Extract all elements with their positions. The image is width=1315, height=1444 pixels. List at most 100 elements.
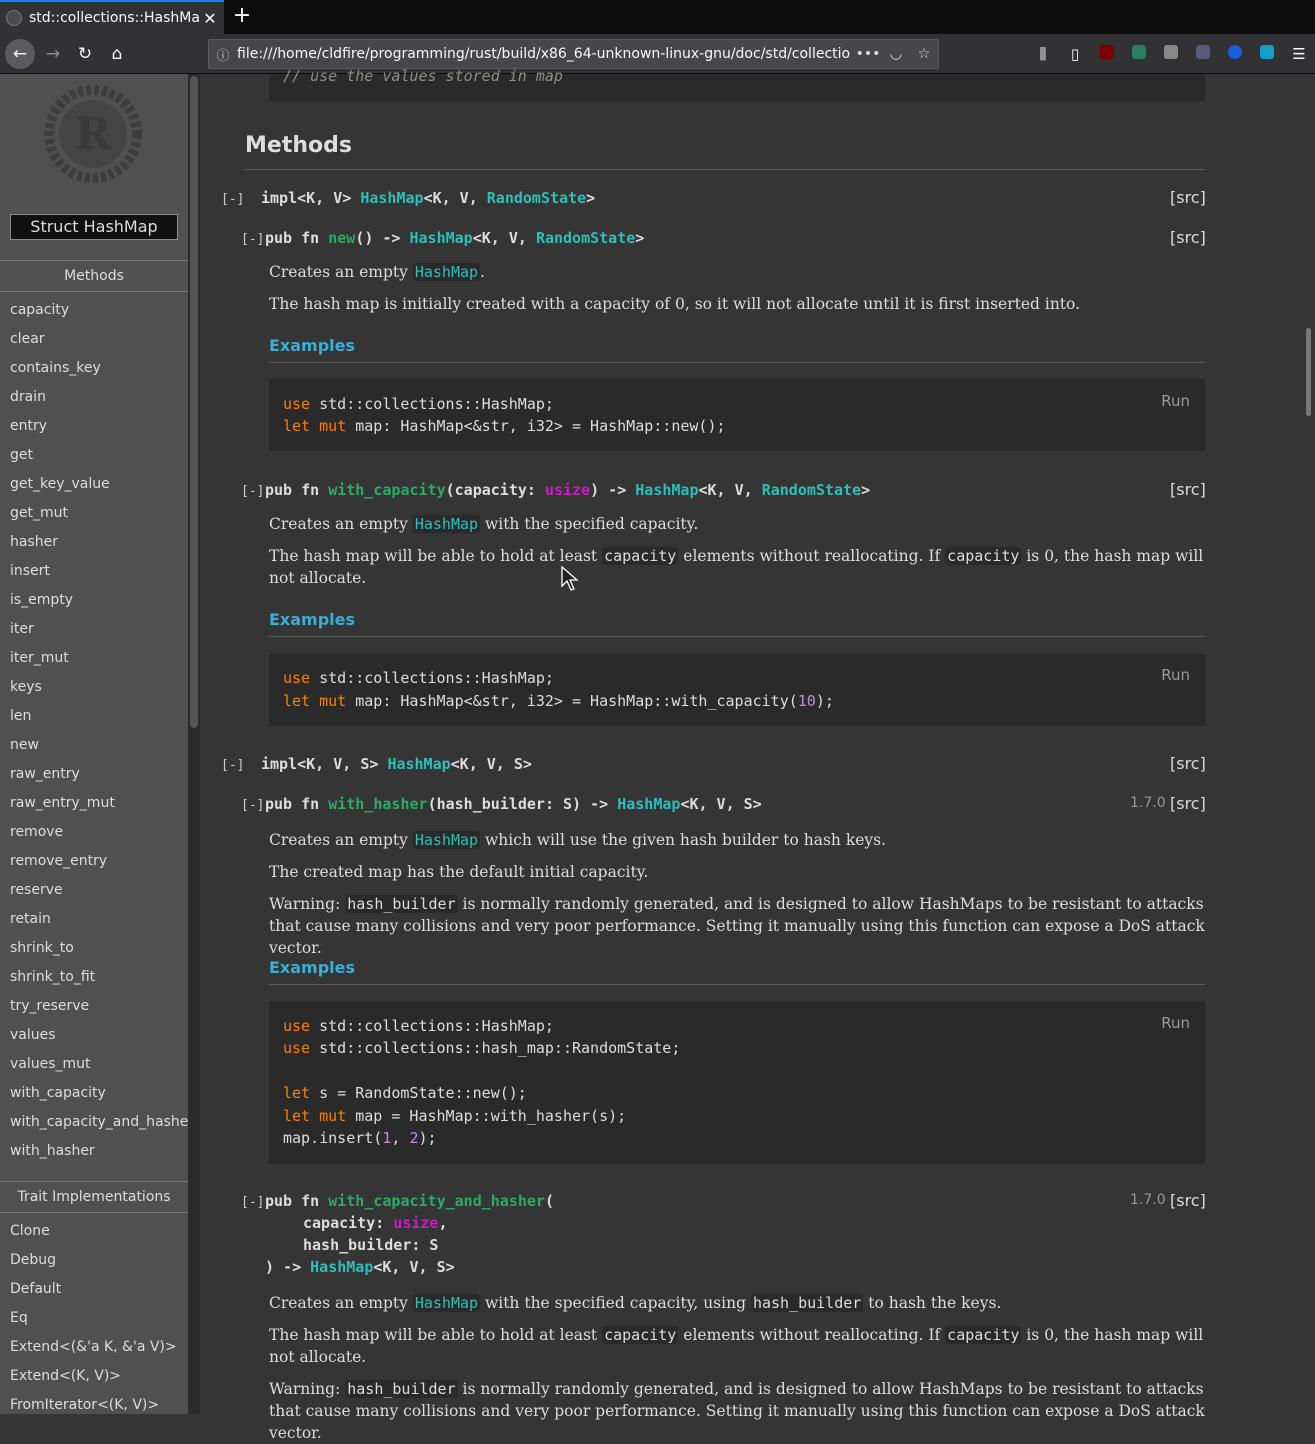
type-link[interactable]: RandomState xyxy=(487,189,586,207)
sidebar-item-iter[interactable]: iter xyxy=(10,619,188,648)
primitive-link[interactable]: usize xyxy=(393,1214,438,1232)
run-button[interactable]: Run xyxy=(1161,392,1190,410)
fn-name[interactable]: with_hasher xyxy=(328,795,427,813)
bookmark-star-icon[interactable]: ☆ xyxy=(910,46,938,62)
sidebar-item-iter_mut[interactable]: iter_mut xyxy=(10,648,188,677)
sidebar-trait-fromiterator-k-v-[interactable]: FromIterator<(K, V)> xyxy=(10,1395,177,1414)
src-link[interactable]: [src] xyxy=(1170,754,1206,773)
sidebar-item-with_capacity_and_hasher[interactable]: with_capacity_and_hasher xyxy=(10,1112,188,1141)
collapse-toggle[interactable]: [-] xyxy=(241,232,264,247)
collapse-toggle[interactable]: [-] xyxy=(241,1195,264,1210)
ublock-icon[interactable] xyxy=(1091,45,1123,63)
fn-name[interactable]: with_capacity_and_hasher xyxy=(328,1192,545,1210)
fn-name[interactable]: new xyxy=(328,229,355,247)
page-scrollbar-thumb[interactable] xyxy=(1306,328,1311,416)
browser-tab[interactable]: std::collections::HashMa ✕ xyxy=(0,0,224,34)
run-button[interactable]: Run xyxy=(1161,1014,1190,1032)
type-link[interactable]: HashMap xyxy=(387,755,450,773)
sidebar-item-is_empty[interactable]: is_empty xyxy=(10,590,188,619)
sidebar-item-try_reserve[interactable]: try_reserve xyxy=(10,996,188,1025)
close-tab-icon[interactable]: ✕ xyxy=(202,9,218,28)
home-icon[interactable]: ⌂ xyxy=(102,39,132,69)
sidebar-trait-default[interactable]: Default xyxy=(10,1279,177,1308)
examples-link[interactable]: Examples xyxy=(269,610,355,629)
url-text[interactable]: file:///home/cldfire/programming/rust/bu… xyxy=(237,46,854,62)
collapse-toggle[interactable]: [-] xyxy=(221,192,244,207)
sidebar-item-new[interactable]: new xyxy=(10,735,188,764)
sidebar-item-get_key_value[interactable]: get_key_value xyxy=(10,474,188,503)
collapse-toggle[interactable]: [-] xyxy=(241,484,264,499)
sidebar-item-with_capacity[interactable]: with_capacity xyxy=(10,1083,188,1112)
struct-title[interactable]: Struct HashMap xyxy=(10,214,178,240)
type-link[interactable]: HashMap xyxy=(617,795,680,813)
sidebar-methods-header[interactable]: Methods xyxy=(0,260,188,292)
sidebar-item-values[interactable]: values xyxy=(10,1025,188,1054)
info-icon[interactable]: ⓘ xyxy=(209,45,237,64)
sidebar-item-shrink_to[interactable]: shrink_to xyxy=(10,938,188,967)
collapse-toggle[interactable]: [-] xyxy=(241,798,264,813)
sidebar-item-drain[interactable]: drain xyxy=(10,387,188,416)
sidebar-item-hasher[interactable]: hasher xyxy=(10,532,188,561)
src-link[interactable]: [src] xyxy=(1170,188,1206,207)
sidebar-item-remove_entry[interactable]: remove_entry xyxy=(10,851,188,880)
examples-link[interactable]: Examples xyxy=(269,336,355,355)
sidebar-item-insert[interactable]: insert xyxy=(10,561,188,590)
sidebar-item-len[interactable]: len xyxy=(10,706,188,735)
sidebar-trait-clone[interactable]: Clone xyxy=(10,1221,177,1250)
sidebar-item-keys[interactable]: keys xyxy=(10,677,188,706)
sidebar-item-values_mut[interactable]: values_mut xyxy=(10,1054,188,1083)
type-link[interactable]: HashMap xyxy=(412,263,481,281)
sidebar-trait-debug[interactable]: Debug xyxy=(10,1250,177,1279)
password-manager-icon[interactable] xyxy=(1219,45,1251,63)
src-link[interactable]: [src] xyxy=(1170,794,1206,813)
menu-icon[interactable]: ☰ xyxy=(1283,45,1315,63)
sidebar-item-get[interactable]: get xyxy=(10,445,188,474)
type-link[interactable]: HashMap xyxy=(310,1258,373,1276)
type-link[interactable]: HashMap xyxy=(360,189,423,207)
sidebar-item-retain[interactable]: retain xyxy=(10,909,188,938)
type-link[interactable]: HashMap xyxy=(412,515,481,533)
link-extension-icon[interactable] xyxy=(1187,45,1219,63)
type-link[interactable]: HashMap xyxy=(410,229,473,247)
sidebar-item-reserve[interactable]: reserve xyxy=(10,880,188,909)
type-link[interactable]: HashMap xyxy=(412,831,481,849)
collapse-toggle[interactable]: [-] xyxy=(221,758,244,773)
url-bar[interactable]: ⓘ file:///home/cldfire/programming/rust/… xyxy=(208,39,939,69)
forward-arrow-icon[interactable]: → xyxy=(38,39,68,69)
type-link[interactable]: HashMap xyxy=(635,481,698,499)
sidebar-item-entry[interactable]: entry xyxy=(10,416,188,445)
sidebar-item-shrink_to_fit[interactable]: shrink_to_fit xyxy=(10,967,188,996)
sidebar-item-contains_key[interactable]: contains_key xyxy=(10,358,188,387)
page-scrollbar[interactable] xyxy=(1304,74,1315,1414)
sidebar-trait-eq[interactable]: Eq xyxy=(10,1308,177,1337)
src-link[interactable]: [src] xyxy=(1170,228,1206,247)
save-extension-icon[interactable] xyxy=(1251,45,1283,63)
sidebar-trait-extend-a-k-a-v-[interactable]: Extend<(&'a K, &'a V)> xyxy=(10,1337,177,1366)
examples-link[interactable]: Examples xyxy=(269,958,355,977)
sidebar-item-capacity[interactable]: capacity xyxy=(10,300,188,329)
sidebar-item-with_hasher[interactable]: with_hasher xyxy=(10,1141,188,1170)
primitive-link[interactable]: usize xyxy=(545,481,590,499)
fn-name[interactable]: with_capacity xyxy=(328,481,445,499)
page-actions-button[interactable]: ••• xyxy=(854,46,882,62)
sidebar-icon[interactable]: ▯ xyxy=(1059,45,1091,63)
sidebar-item-clear[interactable]: clear xyxy=(10,329,188,358)
sidebar-scrollbar-thumb[interactable] xyxy=(190,76,198,728)
sidebar-trait-header[interactable]: Trait Implementations xyxy=(0,1181,188,1213)
extension-icon[interactable] xyxy=(1155,45,1187,63)
type-link[interactable]: RandomState xyxy=(762,481,861,499)
src-link[interactable]: [src] xyxy=(1170,480,1206,499)
src-link[interactable]: [src] xyxy=(1170,1191,1206,1210)
sidebar-item-remove[interactable]: remove xyxy=(10,822,188,851)
pocket-icon[interactable]: ◡ xyxy=(882,46,910,62)
sidebar-item-raw_entry[interactable]: raw_entry xyxy=(10,764,188,793)
type-link[interactable]: HashMap xyxy=(412,1294,481,1312)
sidebar-trait-extend-k-v-[interactable]: Extend<(K, V)> xyxy=(10,1366,177,1395)
back-arrow-icon[interactable]: ← xyxy=(5,39,35,69)
new-tab-button[interactable]: + xyxy=(230,4,254,28)
library-icon[interactable]: ⫼ xyxy=(1027,45,1059,63)
stylus-icon[interactable] xyxy=(1123,45,1155,63)
run-button[interactable]: Run xyxy=(1161,666,1190,684)
type-link[interactable]: RandomState xyxy=(536,229,635,247)
sidebar-item-raw_entry_mut[interactable]: raw_entry_mut xyxy=(10,793,188,822)
